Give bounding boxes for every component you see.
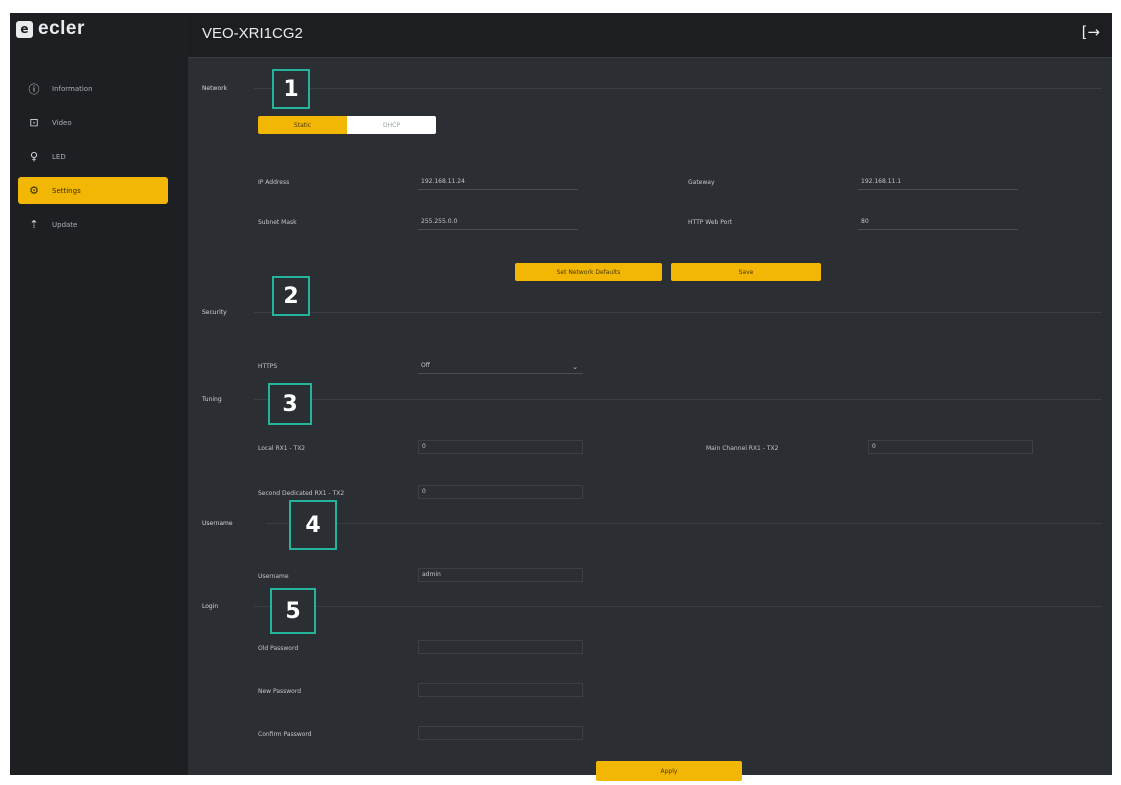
callout-marker-1: 1 [272, 69, 310, 109]
https-label: HTTPS [258, 363, 278, 370]
divider [254, 88, 1102, 89]
confirm-password-field[interactable] [418, 726, 583, 740]
page-title: VEO-XRI1CG2 [202, 25, 303, 42]
ip-address-label: IP Address [258, 179, 290, 186]
second-dedicated-label: Second Dedicated RX1 - TX2 [258, 490, 345, 497]
second-dedicated-field[interactable]: 0 [418, 485, 583, 499]
sidebar-item-label: Video [52, 118, 72, 127]
gateway-field[interactable]: 192.168.11.1 [858, 176, 1018, 190]
divider [254, 606, 1102, 607]
callout-marker-4: 4 [289, 500, 337, 550]
new-password-label: New Password [258, 688, 302, 695]
logo-text: ecler [38, 18, 85, 39]
sidebar-item-led[interactable]: ♀ LED [10, 143, 188, 170]
main-channel-field[interactable]: 0 [868, 440, 1033, 454]
header: VEO-XRI1CG2 [→ [188, 13, 1112, 58]
network-section-label: Network [202, 85, 228, 92]
sidebar: e ecler ⓘ Information ⊡ Video ♀ LED ⚙ Se… [10, 13, 188, 775]
network-mode-toggle[interactable]: Static DHCP [258, 116, 436, 134]
divider [254, 399, 1102, 400]
led-icon: ♀ [29, 150, 39, 163]
apply-button[interactable]: Apply [596, 761, 742, 781]
logout-icon[interactable]: [→ [1082, 23, 1100, 41]
ip-address-field[interactable]: 192.168.11.24 [418, 176, 578, 190]
https-select-value: Off [421, 362, 430, 369]
callout-marker-3: 3 [268, 383, 312, 425]
subnet-mask-label: Subnet Mask [258, 219, 297, 226]
sidebar-item-label: LED [52, 152, 66, 161]
sidebar-nav: ⓘ Information ⊡ Video ♀ LED ⚙ Settings ⇡… [10, 75, 188, 245]
update-icon: ⇡ [29, 218, 39, 231]
settings-panel: Network 1 Static DHCP IP Address 192.168… [188, 58, 1112, 781]
confirm-password-label: Confirm Password [258, 731, 312, 738]
main-channel-label: Main Channel RX1 - TX2 [706, 445, 779, 452]
tuning-section-label: Tuning [202, 396, 222, 403]
https-select[interactable]: Off ⌄ [418, 360, 583, 374]
sidebar-item-label: Settings [52, 186, 81, 195]
logo: e ecler [16, 17, 85, 41]
http-port-label: HTTP Web Port [688, 219, 733, 226]
login-section-label: Login [202, 603, 219, 610]
sidebar-item-label: Update [52, 220, 78, 229]
app-window: e ecler ⓘ Information ⊡ Video ♀ LED ⚙ Se… [10, 13, 1112, 781]
set-network-defaults-button[interactable]: Set Network Defaults [515, 263, 662, 281]
sidebar-item-video[interactable]: ⊡ Video [10, 109, 188, 136]
new-password-field[interactable] [418, 683, 583, 697]
security-section-label: Security [202, 309, 227, 316]
username-field[interactable]: admin [418, 568, 583, 582]
save-button[interactable]: Save [671, 263, 821, 281]
callout-marker-2: 2 [272, 276, 310, 316]
callout-marker-5: 5 [270, 588, 316, 634]
dhcp-option[interactable]: DHCP [347, 116, 436, 134]
local-field[interactable]: 0 [418, 440, 583, 454]
username-label: Username [258, 573, 289, 580]
chevron-down-icon: ⌄ [572, 363, 578, 371]
divider [254, 312, 1102, 313]
gateway-label: Gateway [688, 179, 715, 186]
local-label: Local RX1 - TX2 [258, 445, 306, 452]
sidebar-item-information[interactable]: ⓘ Information [10, 75, 188, 102]
info-icon: ⓘ [28, 82, 40, 96]
logo-mark-icon: e [16, 20, 33, 38]
video-icon: ⊡ [29, 116, 39, 129]
settings-icon: ⚙ [29, 184, 39, 197]
http-port-field[interactable]: 80 [858, 216, 1018, 230]
username-section-label: Username [202, 520, 233, 527]
subnet-mask-field[interactable]: 255.255.0.0 [418, 216, 578, 230]
old-password-field[interactable] [418, 640, 583, 654]
sidebar-item-settings[interactable]: ⚙ Settings [18, 177, 168, 204]
old-password-label: Old Password [258, 645, 299, 652]
static-option[interactable]: Static [258, 116, 347, 134]
divider [266, 523, 1102, 524]
sidebar-item-update[interactable]: ⇡ Update [10, 211, 188, 238]
sidebar-item-label: Information [52, 84, 93, 93]
